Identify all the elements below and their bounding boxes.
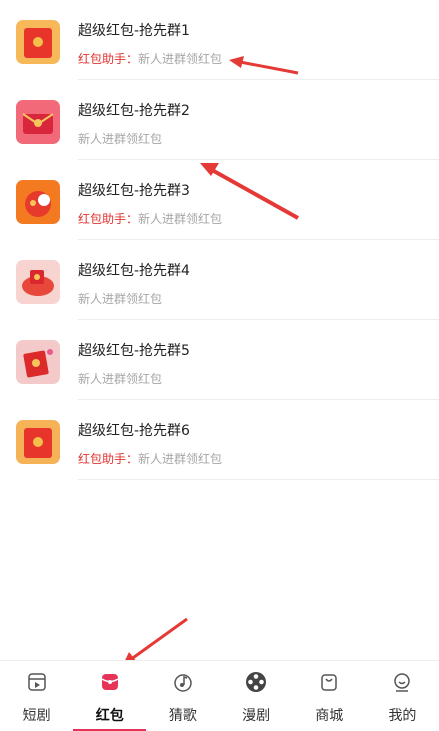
tab-guess-song[interactable]: 猜歌	[146, 661, 219, 731]
group-item-3[interactable]: 超级红包-抢先群3 红包助手：新人进群领红包	[0, 160, 439, 240]
group-title: 超级红包-抢先群3	[78, 183, 190, 199]
message-text: 新人进群领红包	[138, 52, 223, 66]
smile-face-icon	[394, 673, 411, 692]
bottom-tab-bar: 短剧 红包 猜歌 漫剧 商城 我的	[0, 660, 439, 731]
message-sender: 红包助手：	[78, 212, 139, 226]
tab-label: 商城	[315, 708, 344, 724]
last-message: 新人进群领红包	[78, 130, 162, 147]
message-text: 新人进群领红包	[78, 372, 163, 386]
film-frame-icon	[27, 673, 46, 691]
divider	[78, 479, 439, 480]
group-title: 超级红包-抢先群5	[78, 343, 190, 359]
group-avatar	[16, 100, 60, 144]
last-message: 红包助手：新人进群领红包	[78, 450, 222, 467]
tab-comic-drama[interactable]: 漫剧	[220, 661, 293, 731]
tab-label: 短剧	[22, 708, 51, 724]
last-message: 新人进群领红包	[78, 370, 162, 387]
tab-label: 猜歌	[168, 708, 197, 724]
shopping-bag-icon	[321, 674, 338, 691]
last-message: 新人进群领红包	[78, 290, 162, 307]
group-item-2[interactable]: 超级红包-抢先群2 新人进群领红包	[0, 80, 439, 160]
group-item-5[interactable]: 超级红包-抢先群5 新人进群领红包	[0, 320, 439, 400]
tab-label: 红包	[95, 708, 124, 724]
group-avatar	[16, 340, 60, 384]
group-title: 超级红包-抢先群6	[78, 423, 190, 439]
group-title: 超级红包-抢先群2	[78, 103, 190, 119]
message-text: 新人进群领红包	[78, 132, 163, 146]
message-sender: 红包助手：	[78, 52, 139, 66]
tab-label: 漫剧	[242, 708, 271, 724]
message-text: 新人进群领红包	[138, 212, 223, 226]
red-packet-icon	[101, 674, 119, 690]
message-text: 新人进群领红包	[78, 292, 163, 306]
group-avatar	[16, 420, 60, 464]
group-item-1[interactable]: 超级红包-抢先群1 红包助手：新人进群领红包	[0, 0, 439, 80]
group-title: 超级红包-抢先群1	[78, 23, 190, 39]
group-item-4[interactable]: 超级红包-抢先群4 新人进群领红包	[0, 240, 439, 320]
group-avatar	[16, 20, 60, 64]
group-title: 超级红包-抢先群4	[78, 263, 190, 279]
group-item-6[interactable]: 超级红包-抢先群6 红包助手：新人进群领红包	[0, 400, 439, 480]
message-text: 新人进群领红包	[138, 452, 223, 466]
tab-short-drama[interactable]: 短剧	[0, 661, 73, 731]
last-message: 红包助手：新人进群领红包	[78, 50, 222, 67]
tab-mine[interactable]: 我的	[366, 661, 439, 731]
group-avatar	[16, 180, 60, 224]
tab-label: 我的	[388, 708, 417, 724]
message-sender: 红包助手：	[78, 452, 139, 466]
music-note-icon	[174, 674, 192, 692]
tab-red-packet[interactable]: 红包	[73, 661, 147, 731]
last-message: 红包助手：新人进群领红包	[78, 210, 222, 227]
film-reel-icon	[246, 672, 267, 692]
group-avatar	[16, 260, 60, 304]
tab-mall[interactable]: 商城	[293, 661, 366, 731]
